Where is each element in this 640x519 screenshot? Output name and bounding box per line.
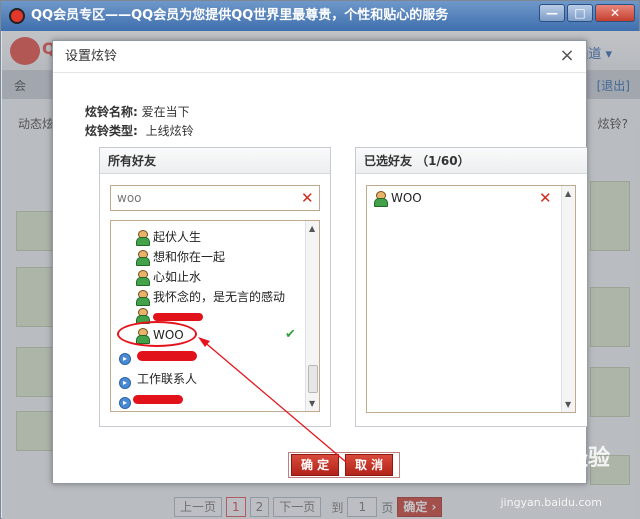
clear-search-icon[interactable]: ✕ bbox=[301, 191, 314, 206]
friend-name: 起伏人生 bbox=[153, 230, 202, 244]
group-name: 工作联系人 bbox=[137, 372, 198, 386]
group-item[interactable]: ▸ 工作联系人 bbox=[119, 369, 197, 389]
expand-group-icon: ▸ bbox=[119, 397, 131, 409]
scroll-down-icon[interactable]: ▼ bbox=[309, 399, 315, 408]
friend-name: 想和你在一起 bbox=[153, 250, 226, 264]
confirm-button[interactable]: 确 定 bbox=[291, 454, 340, 476]
all-friends-header: 所有好友 bbox=[100, 148, 330, 174]
window-title: QQ会员专区——QQ会员为您提供QQ世界里最尊贵，个性和贴心的服务 bbox=[31, 8, 449, 23]
friend-item[interactable]: 心如止水 bbox=[135, 267, 201, 287]
scroll-thumb[interactable] bbox=[308, 365, 318, 393]
friend-avatar-icon bbox=[135, 308, 150, 324]
ring-name-value: 爱在当下 bbox=[141, 105, 190, 119]
redaction-mark bbox=[137, 351, 197, 361]
dialog-close-icon[interactable]: × bbox=[558, 47, 576, 65]
friend-name: 我怀念的，是无言的感动 bbox=[153, 290, 286, 304]
baidu-watermark: Bai 经验 bbox=[519, 446, 610, 471]
friend-avatar-icon bbox=[135, 290, 150, 306]
selected-scrollbar[interactable]: ▲ ▼ bbox=[561, 186, 575, 412]
friend-avatar-icon bbox=[135, 230, 150, 246]
redaction-mark bbox=[133, 395, 183, 404]
selected-friends-list[interactable]: WOO ✕ ▲ ▼ bbox=[366, 185, 576, 413]
redaction-mark bbox=[153, 313, 203, 321]
group-item-redacted[interactable]: ▸ bbox=[119, 345, 137, 365]
friend-item[interactable]: 起伏人生 bbox=[135, 227, 201, 247]
friend-item[interactable]: 我怀念的，是无言的感动 bbox=[135, 287, 285, 307]
annotation-ellipse bbox=[117, 321, 197, 347]
ring-name-row: 炫铃名称: 爱在当下 bbox=[85, 103, 190, 120]
scroll-up-icon[interactable]: ▲ bbox=[565, 189, 571, 198]
ring-type-label: 炫铃类型: bbox=[85, 124, 138, 138]
baidu-watermark-url: jingyan.baidu.com bbox=[500, 496, 602, 509]
friend-avatar-icon bbox=[135, 270, 150, 286]
friend-name: 心如止水 bbox=[153, 270, 202, 284]
window-titlebar: QQ会员专区——QQ会员为您提供QQ世界里最尊贵，个性和贴心的服务 — □ ✕ bbox=[1, 1, 639, 31]
window-close-button[interactable]: ✕ bbox=[595, 4, 635, 22]
selected-friend-item[interactable]: WOO bbox=[373, 188, 553, 208]
expand-group-icon: ▸ bbox=[119, 377, 131, 389]
selected-friends-header: 已选好友 （1/60） bbox=[356, 148, 587, 174]
scroll-up-icon[interactable]: ▲ bbox=[309, 224, 315, 233]
friend-avatar-icon bbox=[373, 191, 388, 207]
scroll-down-icon[interactable]: ▼ bbox=[565, 400, 571, 409]
selected-friend-name: WOO bbox=[391, 191, 422, 205]
friend-search-input[interactable] bbox=[111, 186, 291, 210]
checkmark-icon: ✔ bbox=[285, 327, 296, 342]
all-friends-list[interactable]: 起伏人生 想和你在一起 心如止水 我怀念的，是无言的感动 WOO ✔ ▸ ▸ 工作联… bbox=[110, 220, 320, 412]
cancel-button[interactable]: 取 消 bbox=[345, 454, 394, 476]
maximize-button[interactable]: □ bbox=[567, 4, 593, 22]
friends-scrollbar[interactable]: ▲ ▼ bbox=[305, 221, 319, 411]
expand-group-icon: ▸ bbox=[119, 353, 131, 365]
friend-item[interactable]: 想和你在一起 bbox=[135, 247, 225, 267]
all-friends-panel: 所有好友 ✕ 起伏人生 想和你在一起 心如止水 我怀念的，是无言的感动 WOO✔… bbox=[99, 147, 331, 427]
ring-type-row: 炫铃类型: 上线炫铃 bbox=[85, 122, 194, 139]
dialog-title: 设置炫铃 bbox=[53, 41, 586, 73]
minimize-button[interactable]: — bbox=[539, 4, 565, 22]
ringtone-dialog: 设置炫铃 × 炫铃名称: 爱在当下 炫铃类型: 上线炫铃 所有好友 ✕ 起伏人生… bbox=[52, 40, 587, 484]
ring-type-value: 上线炫铃 bbox=[145, 124, 194, 138]
remove-friend-icon[interactable]: ✕ bbox=[539, 191, 552, 206]
qq-penguin-icon bbox=[9, 8, 25, 24]
selected-friends-panel: 已选好友 （1/60） WOO ✕ ▲ ▼ bbox=[355, 147, 587, 427]
friend-search-box: ✕ bbox=[110, 185, 320, 211]
friend-avatar-icon bbox=[135, 250, 150, 266]
ring-name-label: 炫铃名称: bbox=[85, 105, 138, 119]
